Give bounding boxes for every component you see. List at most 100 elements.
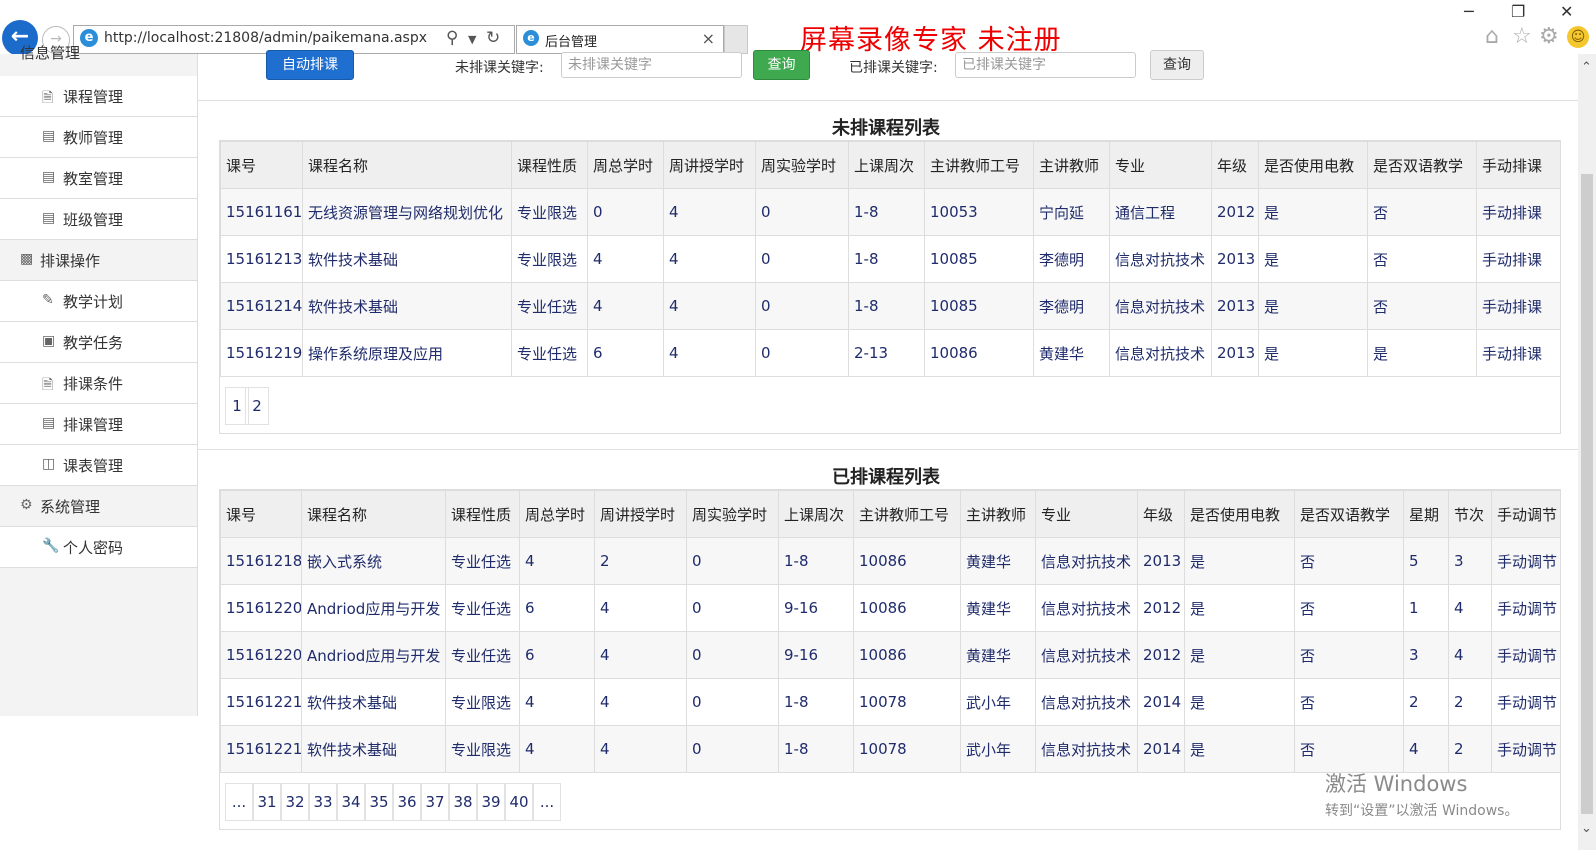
table-cell: 1-8: [778, 725, 854, 773]
feedback-smiley-icon[interactable]: ☺: [1567, 26, 1589, 48]
table-cell: Andriod应用与开发: [301, 584, 446, 632]
page-link[interactable]: 40: [505, 783, 533, 821]
table-cell: 1-8: [848, 235, 925, 283]
table-cell: 2012: [1211, 188, 1259, 236]
list-icon: ▤: [42, 210, 56, 226]
table-cell: 6: [587, 329, 664, 377]
settings-gear-icon[interactable]: ⚙: [1539, 24, 1559, 49]
tab-close-icon[interactable]: ×: [702, 29, 715, 48]
close-window-icon[interactable]: ✕: [1560, 2, 1573, 21]
table-cell: 信息对抗技术: [1109, 282, 1212, 330]
page-link[interactable]: ...: [225, 783, 253, 821]
column-header: 专业: [1109, 141, 1212, 189]
sidebar-group-scheduling[interactable]: ▩ 排课操作: [0, 240, 197, 281]
dropdown-icon[interactable]: ▼: [468, 33, 476, 46]
scrollbar-thumb[interactable]: [1581, 174, 1593, 814]
page-link[interactable]: 34: [337, 783, 365, 821]
home-icon[interactable]: ⌂: [1485, 24, 1499, 49]
table-cell: 4: [587, 235, 664, 283]
table-cell: 9-16: [778, 631, 854, 679]
sidebar-item-teaching-task[interactable]: ▣ 教学任务: [0, 322, 197, 363]
column-header: 主讲教师工号: [924, 141, 1034, 189]
favorites-icon[interactable]: ☆: [1512, 24, 1532, 49]
page-link[interactable]: 2: [245, 387, 269, 425]
column-header: 周总学时: [587, 141, 664, 189]
column-header: 主讲教师: [1033, 141, 1110, 189]
manual-adjust-link[interactable]: 手动调节: [1491, 725, 1561, 773]
auto-schedule-button[interactable]: 自动排课: [266, 50, 354, 80]
table-row: 15161214 软件技术基础 专业任选 4 4 0 1-8 10085 李德明 信息对抗技术 20…: [220, 282, 1561, 330]
manual-adjust-link[interactable]: 手动调节: [1491, 678, 1561, 726]
table-cell: 4: [519, 678, 595, 726]
refresh-icon[interactable]: ↻: [486, 28, 500, 48]
page-link[interactable]: 32: [281, 783, 309, 821]
table-cell: 否: [1367, 235, 1477, 283]
sidebar-group-system[interactable]: ⚙ 系统管理: [0, 486, 197, 527]
manual-schedule-link[interactable]: 手动排课: [1476, 282, 1561, 330]
scroll-up-icon[interactable]: ⌃: [1581, 60, 1592, 75]
scroll-down-icon[interactable]: ⌄: [1581, 821, 1592, 836]
manual-schedule-link[interactable]: 手动排课: [1476, 329, 1561, 377]
column-header: 周实验学时: [755, 141, 849, 189]
query-unscheduled-button[interactable]: 查询: [753, 50, 810, 80]
manual-adjust-link[interactable]: 手动调节: [1491, 631, 1561, 679]
column-header: 年级: [1211, 141, 1259, 189]
manual-adjust-link[interactable]: 手动调节: [1491, 584, 1561, 632]
pen-icon: ✎: [42, 292, 54, 308]
sidebar-item-password[interactable]: 🔧 个人密码: [0, 527, 197, 568]
sidebar-item-timetable[interactable]: ◫ 课表管理: [0, 445, 197, 486]
scheduled-title: 已排课程列表: [832, 467, 940, 488]
divider: [197, 449, 1583, 450]
windows-activation-notice: 激活 Windows 转到“设置”以激活 Windows。: [1325, 768, 1518, 820]
column-header: 周总学时: [519, 490, 595, 538]
sidebar-item-class[interactable]: ▤ 班级管理: [0, 199, 197, 240]
unscheduled-pager: 12: [220, 377, 1560, 433]
table-cell: 无线资源管理与网络规划优化: [302, 188, 512, 236]
table-cell: 信息对抗技术: [1035, 678, 1138, 726]
table-cell: 4: [1448, 584, 1492, 632]
page-link[interactable]: 37: [421, 783, 449, 821]
column-header: 课程名称: [302, 141, 512, 189]
sidebar-item-conditions[interactable]: 🗎 排课条件: [0, 363, 197, 404]
sidebar-item-label: 教室管理: [63, 170, 124, 188]
table-cell: 软件技术基础: [302, 282, 512, 330]
scheduled-keyword-label: 已排课关键字:: [849, 60, 938, 76]
page-link[interactable]: 36: [393, 783, 421, 821]
manual-adjust-link[interactable]: 手动调节: [1491, 537, 1561, 585]
column-header: 上课周次: [778, 490, 854, 538]
page-link[interactable]: 31: [253, 783, 281, 821]
sidebar-item-schedule-manage[interactable]: ▤ 排课管理: [0, 404, 197, 445]
scheduled-table: 课号 课程名称 课程性质 周总学时 周讲授学时 周实验学时 上课周次 主讲教师工号 主讲教师 专业…: [220, 490, 1561, 773]
column-header: 手动调节: [1491, 490, 1561, 538]
column-header: 星期: [1403, 490, 1449, 538]
search-icon[interactable]: ⚲: [446, 28, 458, 48]
tab-title: 后台管理: [545, 35, 598, 50]
browser-tab[interactable]: e 后台管理 ×: [516, 25, 724, 54]
table-cell: 10053: [924, 188, 1034, 236]
manual-schedule-link[interactable]: 手动排课: [1476, 188, 1561, 236]
address-url[interactable]: http://localhost:21808/admin/paikemana.a…: [104, 30, 427, 46]
table-cell: 6: [519, 584, 595, 632]
vertical-scrollbar[interactable]: ⌃ ⌄: [1578, 54, 1596, 850]
sidebar-item-classroom[interactable]: ▤ 教室管理: [0, 158, 197, 199]
scheduled-search-input[interactable]: [955, 52, 1136, 78]
sidebar-item-course[interactable]: 🗎 课程管理: [0, 76, 197, 117]
restore-icon[interactable]: ❐: [1511, 2, 1525, 21]
table-row: 15161221 软件技术基础 专业限选 4 4 0 1-8 10078 武小年 信息对抗技术 20…: [220, 678, 1561, 726]
new-tab-button[interactable]: [724, 25, 748, 54]
page-link[interactable]: 33: [309, 783, 337, 821]
sidebar-item-teaching-plan[interactable]: ✎ 教学计划: [0, 281, 197, 322]
table-cell: 15161161: [220, 188, 303, 236]
table-cell: 1-8: [778, 678, 854, 726]
minimize-icon[interactable]: ─: [1464, 2, 1474, 21]
page-link[interactable]: 39: [477, 783, 505, 821]
sidebar-item-teacher[interactable]: ▤ 教师管理: [0, 117, 197, 158]
table-cell: 软件技术基础: [301, 725, 446, 773]
page-link[interactable]: 38: [449, 783, 477, 821]
manual-schedule-link[interactable]: 手动排课: [1476, 235, 1561, 283]
page-link[interactable]: 35: [365, 783, 393, 821]
sidebar-item-label: 排课条件: [63, 375, 124, 393]
unscheduled-search-input[interactable]: [561, 52, 742, 78]
page-link[interactable]: ...: [533, 783, 561, 821]
query-scheduled-button[interactable]: 查询: [1150, 50, 1204, 80]
